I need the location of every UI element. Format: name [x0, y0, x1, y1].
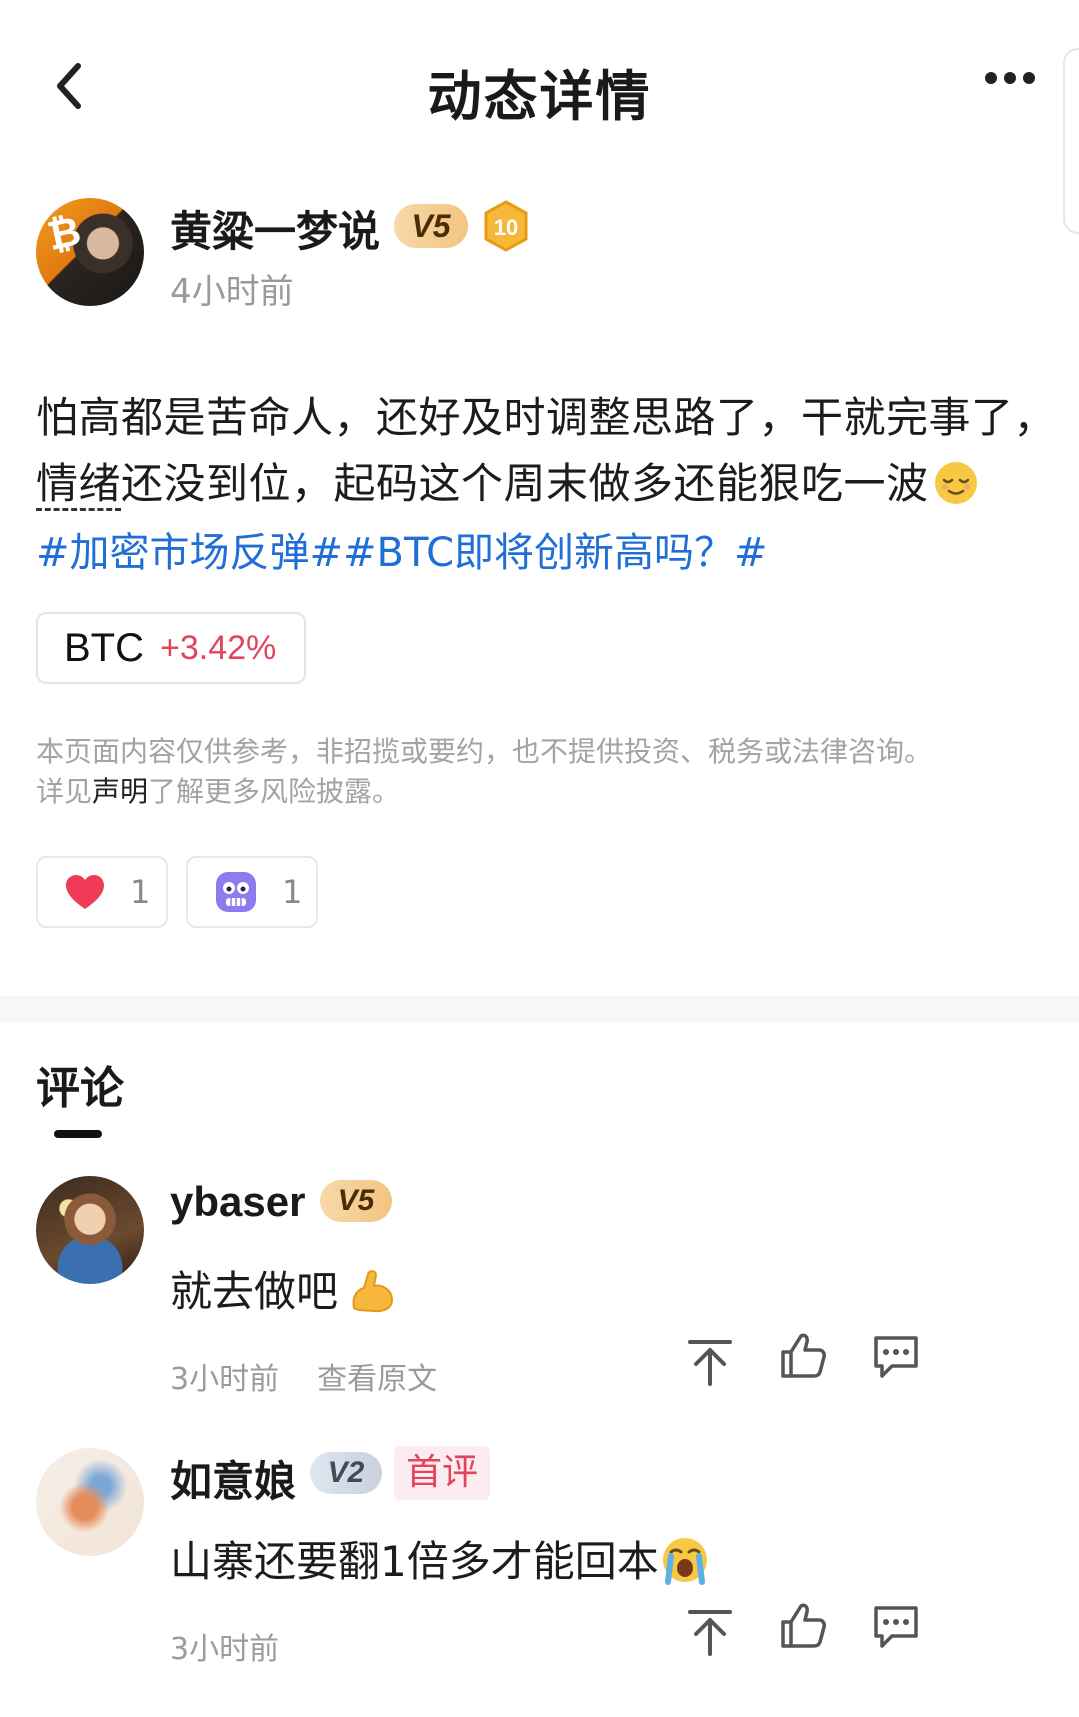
crying-face-emoji — [662, 1538, 707, 1585]
post-detail-page: 动态详情 ₿ 黄粱一梦说 V5 10 4小时前 怕高都是苦命人，还好及时调整思路… — [0, 0, 1079, 1717]
comment-reply-icon[interactable] — [870, 1600, 922, 1652]
page-title: 动态详情 — [427, 65, 652, 128]
comment-reply-icon[interactable] — [870, 1330, 922, 1382]
author-name[interactable]: 黄粱一梦说 — [170, 198, 380, 259]
section-divider — [0, 996, 1079, 1022]
comment-text: 山寨还要翻1倍多才能回本 — [170, 1528, 711, 1589]
comment-text: 就去做吧 — [170, 1258, 398, 1319]
ticker-chip[interactable]: BTC +3.42% — [36, 612, 306, 684]
disclaimer-line-2: 详见声明了解更多风险披露。 — [36, 772, 1046, 812]
view-original-link[interactable]: 查看原文 — [317, 1362, 437, 1397]
vip-level-badge: V5 — [320, 1180, 392, 1222]
heart-icon — [66, 875, 104, 909]
reaction-heart-button[interactable]: 1 — [36, 856, 168, 928]
comment-body: 山寨还要翻1倍多才能回本 — [170, 1537, 659, 1586]
comment-meta: 3小时前 查看原文 — [170, 1354, 437, 1398]
risk-disclaimer: 本页面内容仅供参考，非招揽或要约，也不提供投资、税务或法律咨询。 详见声明了解更… — [36, 732, 1046, 812]
level-medal-icon: 10 — [484, 200, 528, 252]
hashtag-link[interactable]: #BTC即将创新高吗？# — [343, 530, 768, 576]
thumbs-up-icon[interactable] — [777, 1330, 829, 1382]
comment-meta: 3小时前 — [170, 1624, 279, 1668]
bitcoin-icon: ₿ — [43, 209, 85, 259]
more-options-button[interactable] — [985, 72, 1035, 84]
author-avatar[interactable]: ₿ — [36, 198, 144, 306]
pin-top-icon[interactable] — [684, 1336, 736, 1388]
disclaimer-prefix: 详见 — [36, 775, 93, 808]
comment-timestamp: 3小时前 — [170, 1632, 280, 1667]
active-tab-indicator — [54, 1130, 102, 1138]
fearful-face-icon — [216, 872, 256, 912]
first-comment-tag: 首评 — [394, 1446, 491, 1500]
reaction-fear-button[interactable]: 1 — [186, 856, 318, 928]
commenter-avatar[interactable] — [36, 1448, 144, 1556]
statement-link[interactable]: 声明 — [92, 775, 148, 808]
thumbs-up-icon[interactable] — [777, 1600, 829, 1652]
more-horizontal-icon — [985, 72, 997, 84]
reaction-count: 1 — [282, 873, 303, 911]
commenter-name[interactable]: ybaser — [170, 1178, 305, 1226]
level-medal-number: 10 — [494, 215, 518, 240]
relieved-face-emoji — [934, 462, 977, 504]
pin-top-icon[interactable] — [684, 1606, 736, 1658]
hashtag-list: #加密市场反弹##BTC即将创新高吗？# — [36, 520, 768, 578]
post-timestamp: 4小时前 — [170, 272, 294, 312]
post-text-line-2-rest: 还没到位，起码这个周末做多还能狠吃一波 — [121, 459, 929, 508]
side-edge-handle[interactable] — [1063, 48, 1079, 234]
commenter-avatar[interactable] — [36, 1176, 144, 1284]
hashtag-link[interactable]: #加密市场反弹# — [36, 530, 343, 576]
comments-tab[interactable]: 评论 — [36, 1052, 124, 1116]
reaction-count: 1 — [130, 873, 151, 911]
commenter-name[interactable]: 如意娘 — [170, 1448, 296, 1509]
highlighted-term[interactable]: 情绪 — [36, 459, 122, 511]
flexed-biceps-emoji — [352, 1270, 394, 1313]
vip-level-badge: V5 — [394, 204, 468, 248]
ticker-symbol: BTC — [64, 625, 144, 670]
top-nav-bar: 动态详情 — [0, 0, 1079, 234]
disclaimer-suffix: 了解更多风险披露。 — [148, 775, 401, 808]
ticker-change: +3.42% — [160, 628, 277, 667]
comment-body: 就去做吧 — [170, 1267, 339, 1316]
disclaimer-line-1: 本页面内容仅供参考，非招揽或要约，也不提供投资、税务或法律咨询。 — [36, 735, 933, 768]
post-text-line-1: 怕高都是苦命人，还好及时调整思路了，干就完事了， — [36, 393, 1057, 442]
comment-timestamp: 3小时前 — [170, 1362, 280, 1397]
post-text-line-2: 情绪还没到位，起码这个周末做多还能狠吃一波 — [36, 450, 979, 511]
vip-level-badge: V2 — [310, 1452, 382, 1494]
